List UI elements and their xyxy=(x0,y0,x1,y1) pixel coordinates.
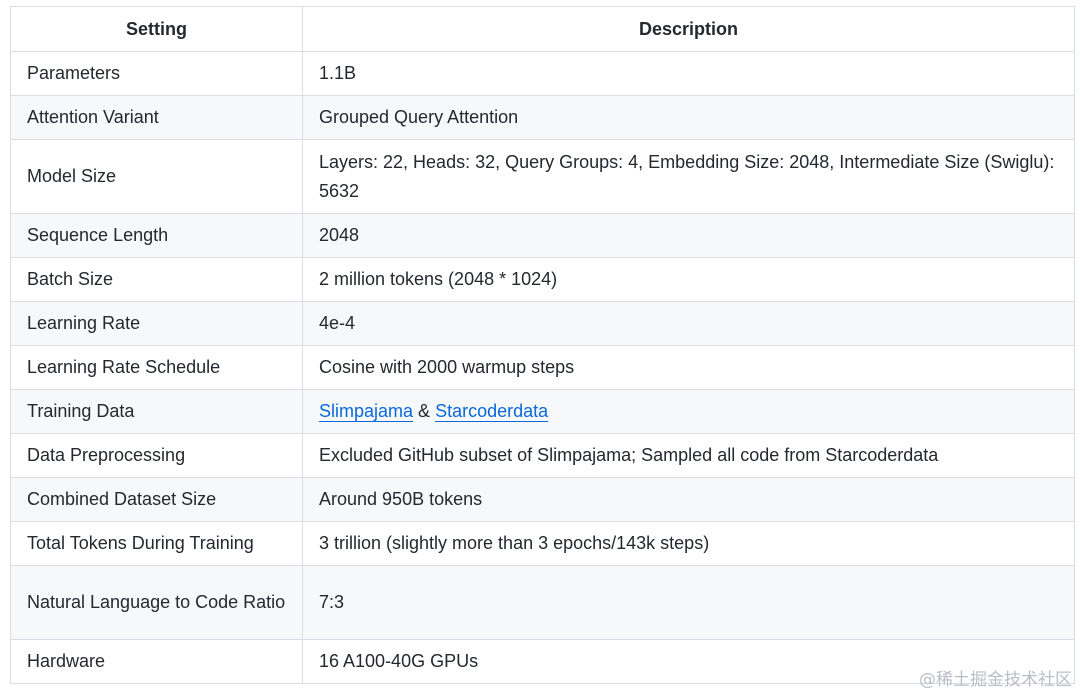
table-row: Learning Rate Schedule Cosine with 2000 … xyxy=(10,345,1075,390)
setting-cell: Total Tokens During Training xyxy=(10,521,303,566)
description-cell: 7:3 xyxy=(302,565,1075,640)
description-cell: 2 million tokens (2048 * 1024) xyxy=(302,257,1075,302)
description-cell: Grouped Query Attention xyxy=(302,95,1075,140)
table-row: Natural Language to Code Ratio 7:3 xyxy=(10,565,1075,640)
table-header-row: Setting Description xyxy=(10,6,1075,52)
setting-cell: Training Data xyxy=(10,389,303,434)
settings-table: Setting Description Parameters 1.1B Atte… xyxy=(10,6,1075,684)
watermark: @稀土掘金技术社区 xyxy=(919,670,1072,690)
description-cell: 2048 xyxy=(302,213,1075,258)
starcoderdata-link[interactable]: Starcoderdata xyxy=(435,401,548,421)
table-row: Parameters 1.1B xyxy=(10,51,1075,96)
setting-cell: Data Preprocessing xyxy=(10,433,303,478)
description-cell: 4e-4 xyxy=(302,301,1075,346)
table-row: Combined Dataset Size Around 950B tokens xyxy=(10,477,1075,522)
description-cell: Around 950B tokens xyxy=(302,477,1075,522)
setting-cell: Combined Dataset Size xyxy=(10,477,303,522)
link-separator: & xyxy=(413,401,436,421)
slimpajama-link[interactable]: Slimpajama xyxy=(319,401,413,421)
setting-cell: Sequence Length xyxy=(10,213,303,258)
table-row: Attention Variant Grouped Query Attentio… xyxy=(10,95,1075,140)
description-cell: 3 trillion (slightly more than 3 epochs/… xyxy=(302,521,1075,566)
table-row: Hardware 16 A100-40G GPUs xyxy=(10,639,1075,684)
setting-cell: Learning Rate xyxy=(10,301,303,346)
table-row: Learning Rate 4e-4 xyxy=(10,301,1075,346)
settings-table-container: Setting Description Parameters 1.1B Atte… xyxy=(10,6,1075,684)
setting-cell: Model Size xyxy=(10,139,303,214)
setting-cell: Learning Rate Schedule xyxy=(10,345,303,390)
table-row: Data Preprocessing Excluded GitHub subse… xyxy=(10,433,1075,478)
setting-cell: Natural Language to Code Ratio xyxy=(10,565,303,640)
table-row: Sequence Length 2048 xyxy=(10,213,1075,258)
description-cell: Cosine with 2000 warmup steps xyxy=(302,345,1075,390)
table-row: Total Tokens During Training 3 trillion … xyxy=(10,521,1075,566)
setting-cell: Hardware xyxy=(10,639,303,684)
table-row: Model Size Layers: 22, Heads: 32, Query … xyxy=(10,139,1075,214)
setting-cell: Attention Variant xyxy=(10,95,303,140)
setting-cell: Parameters xyxy=(10,51,303,96)
description-cell: 1.1B xyxy=(302,51,1075,96)
description-cell: Excluded GitHub subset of Slimpajama; Sa… xyxy=(302,433,1075,478)
table-row: Batch Size 2 million tokens (2048 * 1024… xyxy=(10,257,1075,302)
setting-cell: Batch Size xyxy=(10,257,303,302)
description-cell: Slimpajama & Starcoderdata xyxy=(302,389,1075,434)
header-description: Description xyxy=(302,6,1075,52)
description-cell: Layers: 22, Heads: 32, Query Groups: 4, … xyxy=(302,139,1075,214)
header-setting: Setting xyxy=(10,6,303,52)
table-row: Training Data Slimpajama & Starcoderdata xyxy=(10,389,1075,434)
